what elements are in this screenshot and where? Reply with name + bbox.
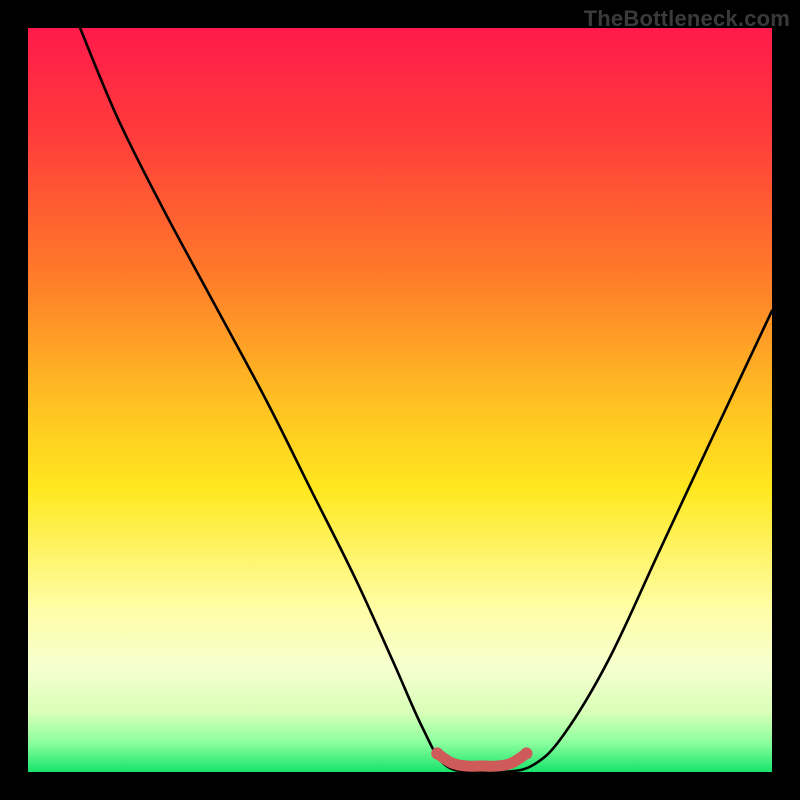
chart-stage: TheBottleneck.com bbox=[0, 0, 800, 800]
optimal-range-dot-right bbox=[520, 747, 532, 759]
bottleneck-curve bbox=[80, 28, 772, 772]
plot-area bbox=[28, 28, 772, 772]
optimal-range-marker bbox=[437, 753, 526, 766]
optimal-range-dot-left bbox=[431, 747, 443, 759]
curve-layer bbox=[28, 28, 772, 772]
watermark-text: TheBottleneck.com bbox=[584, 6, 790, 32]
